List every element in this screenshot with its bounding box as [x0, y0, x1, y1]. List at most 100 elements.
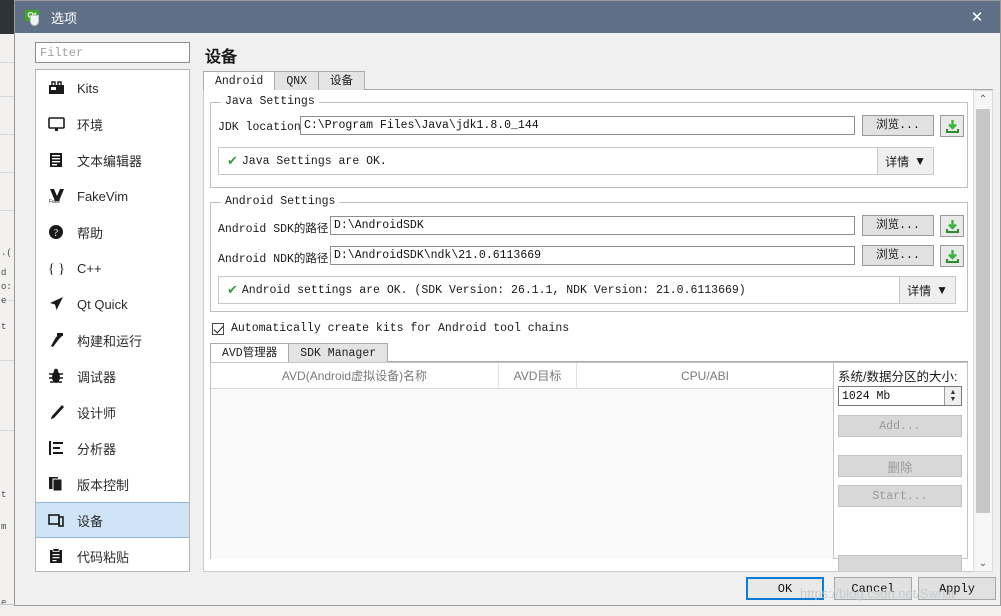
help-icon: ? [46, 222, 66, 242]
bug-icon [46, 366, 66, 386]
avd-column-cpu-abi[interactable]: CPU/ABI [577, 363, 833, 388]
qt-logo-icon: Qt [25, 9, 42, 26]
sidebar-item-kits[interactable]: Kits [36, 70, 189, 106]
avd-delete-button[interactable]: 删除 [838, 455, 962, 477]
background-text: t [1, 490, 6, 500]
background-text: m [1, 522, 6, 532]
top-tabs: Android QNX 设备 [203, 71, 993, 90]
sidebar-item-fakevim[interactable]: Fake FakeVim [36, 178, 189, 214]
download-arrow-icon[interactable] [940, 245, 964, 267]
android-sdk-path-label: Android SDK的路径: [218, 220, 335, 236]
java-status-text: Java Settings are OK. [242, 155, 387, 168]
sidebar-item-cpp[interactable]: { } C++ [36, 250, 189, 286]
sidebar-item-text-editor[interactable]: 文本编辑器 [36, 142, 189, 178]
sidebar-item-code-pasting[interactable]: 代码粘贴 [36, 538, 189, 572]
tab-qnx[interactable]: QNX [274, 71, 319, 90]
filter-input[interactable] [35, 42, 190, 63]
apply-button[interactable]: Apply [918, 577, 996, 600]
avd-table: AVD(Android虚拟设备)名称 AVD目标 CPU/ABI [210, 362, 834, 559]
clipboard-icon [46, 546, 66, 566]
sidebar-item-build-run[interactable]: 构建和运行 [36, 322, 189, 358]
chevron-down-icon: ▼ [914, 154, 926, 168]
cancel-button[interactable]: Cancel [834, 577, 912, 600]
tab-sdk-manager[interactable]: SDK Manager [288, 343, 388, 362]
java-details-label: 详情 [885, 153, 909, 170]
java-status-bar: ✔ Java Settings are OK. 详情 ▼ [218, 147, 934, 175]
stepper-down-icon[interactable]: ▼ [950, 396, 957, 403]
dialog-button-bar: OK Cancel Apply [15, 574, 1000, 606]
avd-table-header: AVD(Android虚拟设备)名称 AVD目标 CPU/ABI [211, 363, 833, 389]
sidebar-item-debugger[interactable]: 调试器 [36, 358, 189, 394]
sidebar-item-label: 设备 [77, 511, 103, 530]
page-title: 设备 [205, 43, 237, 67]
stepper-arrows[interactable]: ▲ ▼ [944, 387, 961, 405]
jdk-location-label: JDK location: [218, 121, 308, 134]
pencil-icon [46, 402, 66, 422]
sidebar-item-label: FakeVim [77, 189, 128, 204]
android-ndk-path-input[interactable] [330, 246, 855, 265]
background-text: o: [1, 282, 12, 292]
check-ok-icon: ✔ [227, 153, 238, 169]
sidebar-item-designer[interactable]: 设计师 [36, 394, 189, 430]
avd-column-name[interactable]: AVD(Android虚拟设备)名称 [211, 363, 499, 388]
svg-text:?: ? [54, 228, 59, 239]
avd-table-body[interactable] [211, 389, 833, 559]
scroll-up-icon[interactable]: ⌃ [974, 91, 992, 107]
screen-root: .( d o: e t t m e 5a Qt 选项 ✕ [0, 0, 1001, 616]
sidebar-item-version-control[interactable]: 版本控制 [36, 466, 189, 502]
sidebar-item-label: 代码粘贴 [77, 547, 129, 566]
avd-start-button[interactable]: Start... [838, 485, 962, 507]
svg-text:{ }: { } [48, 262, 65, 276]
background-text: d [1, 268, 6, 278]
tab-android[interactable]: Android [203, 71, 275, 90]
partition-size-stepper[interactable]: 1024 Mb ▲ ▼ [838, 386, 962, 406]
java-settings-group-title: Java Settings [221, 95, 319, 108]
sidebar-item-analyzer[interactable]: 分析器 [36, 430, 189, 466]
android-ndk-path-label: Android NDK的路径: [218, 250, 335, 266]
android-details-button[interactable]: 详情 ▼ [899, 277, 955, 303]
sidebar-item-label: 帮助 [77, 223, 103, 242]
tab-avd-manager[interactable]: AVD管理器 [210, 343, 289, 362]
auto-create-kits-checkbox[interactable] [212, 323, 224, 335]
background-dark-block [0, 0, 14, 34]
text-editor-icon [46, 150, 66, 170]
java-settings-group: Java Settings [210, 102, 968, 188]
avd-add-button[interactable]: Add... [838, 415, 962, 437]
ok-button[interactable]: OK [746, 577, 824, 600]
content-scrollbar[interactable]: ⌃ ⌄ [973, 90, 993, 572]
android-sdk-browse-button[interactable]: 浏览... [862, 215, 934, 236]
sidebar-item-devices[interactable]: 设备 [36, 502, 189, 538]
close-icon[interactable]: ✕ [954, 1, 1000, 33]
analyzer-icon [46, 438, 66, 458]
scroll-down-icon[interactable]: ⌄ [974, 555, 992, 571]
sidebar-item-qt-quick[interactable]: Qt Quick [36, 286, 189, 322]
auto-create-kits-row[interactable]: Automatically create kits for Android to… [212, 322, 569, 335]
sidebar-item-environment[interactable]: 环境 [36, 106, 189, 142]
stepper-up-icon[interactable]: ▲ [950, 389, 957, 396]
sidebar-item-label: 环境 [77, 115, 103, 134]
download-arrow-icon[interactable] [940, 115, 964, 137]
sidebar-item-label: 调试器 [77, 367, 116, 386]
android-ndk-browse-button[interactable]: 浏览... [862, 245, 934, 266]
jdk-location-input[interactable] [300, 116, 855, 135]
tab-devices[interactable]: 设备 [318, 71, 365, 90]
java-details-button[interactable]: 详情 ▼ [877, 148, 933, 174]
scrollbar-thumb[interactable] [976, 109, 990, 513]
android-sdk-path-input[interactable] [330, 216, 855, 235]
android-status-bar: ✔ Android settings are OK. (SDK Version:… [218, 276, 956, 304]
background-text: e [1, 296, 6, 306]
sidebar-item-help[interactable]: ? 帮助 [36, 214, 189, 250]
avd-extra-button[interactable] [838, 555, 962, 572]
hammer-icon [46, 330, 66, 350]
auto-create-kits-label: Automatically create kits for Android to… [231, 322, 569, 335]
background-text: .( [1, 248, 12, 258]
android-settings-panel: Java Settings JDK location: 浏览... ✔ Java… [203, 90, 975, 572]
android-details-label: 详情 [907, 282, 931, 299]
background-text: t [1, 322, 6, 332]
jdk-browse-button[interactable]: 浏览... [862, 115, 934, 136]
download-arrow-icon[interactable] [940, 215, 964, 237]
cursor-arrow-icon [46, 294, 66, 314]
partition-size-value[interactable]: 1024 Mb [839, 390, 944, 403]
avd-column-target[interactable]: AVD目标 [499, 363, 577, 388]
avd-sub-tabs: AVD管理器 SDK Manager [210, 343, 968, 362]
